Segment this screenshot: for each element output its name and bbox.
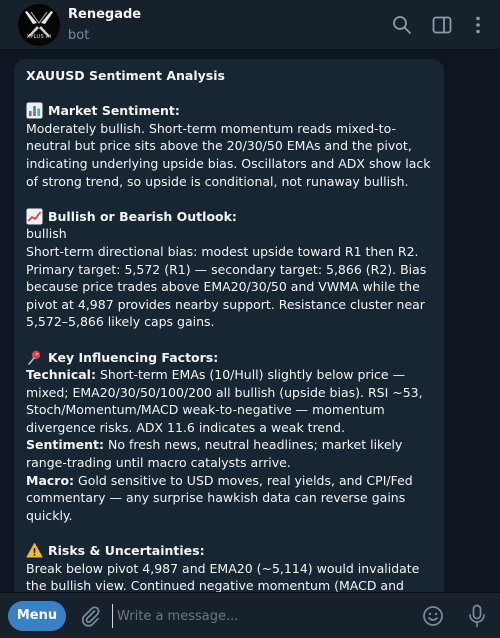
section-heading-sentiment: Market Sentiment: <box>26 102 432 120</box>
risks-text: Break below pivot 4,987 and EMA20 (~5,11… <box>26 560 420 592</box>
factor-sentiment: Sentiment: No fresh news, neutral headli… <box>26 436 432 471</box>
chat-status: bot <box>68 28 90 43</box>
message-bubble[interactable]: XAUUSD Sentiment Analysis Market Sentime… <box>14 59 444 592</box>
section-heading-text: Risks & Uncertainties: <box>48 543 205 559</box>
section-heading-text: Market Sentiment: <box>48 103 180 119</box>
outlook-verdict: bullish <box>26 226 67 242</box>
factor-text: Gold sensitive to USD moves, real yields… <box>26 472 413 523</box>
composer-bar: Menu <box>0 592 500 638</box>
factor-label: Technical: <box>26 367 96 383</box>
chat-title[interactable]: Renegade <box>68 7 141 22</box>
microphone-icon[interactable] <box>465 603 489 629</box>
pushpin-emoji-icon <box>26 349 43 366</box>
bar-chart-emoji-icon <box>26 102 43 119</box>
outlook-text: Short-term directional bias: modest upsi… <box>26 243 427 330</box>
chat-history[interactable]: XAUUSD Sentiment Analysis Market Sentime… <box>0 50 500 592</box>
more-options-icon[interactable] <box>466 13 490 37</box>
section-heading-text: Bullish or Bearish Outlook: <box>48 208 237 224</box>
avatar[interactable]: XPLUS AI <box>18 4 60 46</box>
chart-increasing-emoji-icon <box>26 208 43 225</box>
avatar-text: XPLUS AI <box>26 34 52 40</box>
section-heading-text: Key Influencing Factors: <box>48 349 219 365</box>
menu-button[interactable]: Menu <box>8 601 66 631</box>
sentiment-text: Moderately bullish. Short-term momentum … <box>26 120 431 189</box>
section-heading-risks: Risks & Uncertainties: <box>26 542 432 560</box>
message-title: XAUUSD Sentiment Analysis <box>26 68 225 83</box>
warning-emoji-icon <box>26 542 43 559</box>
sidebar-toggle-icon[interactable] <box>430 13 454 37</box>
factor-label: Sentiment: <box>26 437 105 453</box>
section-heading-outlook: Bullish or Bearish Outlook: <box>26 208 432 226</box>
search-icon[interactable] <box>390 13 414 37</box>
paperclip-icon[interactable] <box>78 604 102 628</box>
smiley-icon[interactable] <box>421 604 445 628</box>
factor-technical: Technical: Short-term EMAs (10/Hull) sli… <box>26 366 432 436</box>
factor-macro: Macro: Gold sensitive to USD moves, real… <box>26 472 432 525</box>
message-input[interactable] <box>112 604 412 628</box>
chat-header: XPLUS AI Renegade bot <box>0 0 500 50</box>
factor-label: Macro: <box>26 472 75 488</box>
section-heading-factors: Key Influencing Factors: <box>26 349 432 367</box>
